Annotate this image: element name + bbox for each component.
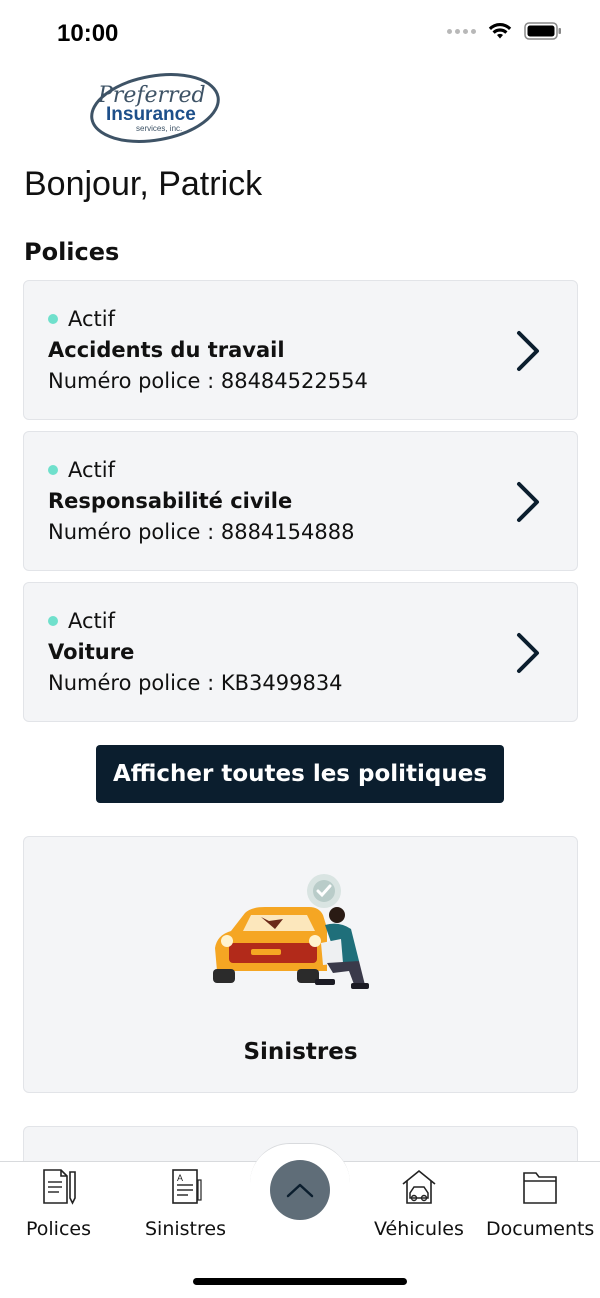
claims-card[interactable]: Sinistres: [23, 836, 578, 1093]
tab-label: Sinistres: [145, 1218, 226, 1240]
tab-polices[interactable]: Polices: [26, 1168, 91, 1240]
policy-name: Accidents du travail: [48, 338, 285, 362]
active-status-dot: [48, 314, 58, 324]
greeting: Bonjour, Patrick: [24, 165, 263, 203]
policy-status-label: Actif: [68, 307, 116, 331]
svg-text:services, inc.: services, inc.: [136, 124, 182, 133]
view-all-policies-button[interactable]: Afficher toutes les politiques: [96, 745, 504, 803]
tab-sinistres[interactable]: A Sinistres: [145, 1168, 226, 1240]
policy-number-value: KB3499834: [220, 671, 343, 695]
battery-icon: [524, 22, 561, 40]
policy-number-label: Numéro police :: [48, 671, 221, 695]
active-status-dot: [48, 616, 58, 626]
policy-card[interactable]: Actif Accidents du travail Numéro police…: [23, 280, 578, 420]
policy-status: Actif: [48, 458, 115, 482]
policy-number-value: 8884154888: [220, 520, 355, 544]
chevron-right-icon[interactable]: [513, 631, 543, 675]
policy-card[interactable]: Actif Voiture Numéro police : KB3499834: [23, 582, 578, 722]
policy-number-label: Numéro police :: [48, 369, 221, 393]
status-time: 10:00: [57, 20, 119, 47]
tab-vehicules[interactable]: Véhicules: [374, 1168, 464, 1240]
svg-text:Insurance: Insurance: [106, 104, 196, 125]
policy-status: Actif: [48, 609, 115, 633]
signal-dots-icon: [447, 28, 476, 34]
damaged-car-illustration: [213, 874, 369, 989]
chevron-up-icon: [286, 1183, 314, 1198]
policies-section-title: Polices: [24, 238, 120, 266]
policy-number: Numéro police : 8884154888: [48, 520, 354, 544]
status-icons: [447, 22, 562, 40]
wifi-icon: [488, 23, 512, 39]
policy-status-label: Actif: [68, 458, 116, 482]
claims-label: Sinistres: [243, 1039, 358, 1065]
policy-number-label: Numéro police :: [48, 520, 221, 544]
policy-status-label: Actif: [68, 609, 116, 633]
company-logo: Preferred Insurance services, inc.: [88, 70, 222, 146]
home-indicator[interactable]: [193, 1278, 407, 1285]
tab-label: Documents: [486, 1218, 595, 1240]
chevron-right-icon[interactable]: [513, 329, 543, 373]
folder-icon: [523, 1172, 557, 1204]
policy-status: Actif: [48, 307, 115, 331]
tab-label: Polices: [26, 1218, 91, 1240]
chevron-right-icon[interactable]: [513, 480, 543, 524]
tab-documents[interactable]: Documents: [486, 1168, 594, 1240]
car-garage-icon: [402, 1169, 436, 1204]
policy-number: Numéro police : 88484522554: [48, 369, 368, 393]
claim-form-icon: A: [171, 1169, 202, 1204]
policy-card[interactable]: Actif Responsabilité civile Numéro polic…: [23, 431, 578, 571]
tab-label: Véhicules: [374, 1218, 464, 1240]
svg-text:A: A: [177, 1173, 183, 1183]
active-status-dot: [48, 465, 58, 475]
policy-name: Voiture: [48, 640, 135, 664]
expand-menu-button[interactable]: [270, 1160, 330, 1220]
policy-number-value: 88484522554: [220, 369, 368, 393]
document-pen-icon: [42, 1169, 76, 1205]
policy-name: Responsabilité civile: [48, 489, 293, 513]
status-bar: 10:00: [0, 0, 600, 66]
policy-number: Numéro police : KB3499834: [48, 671, 343, 695]
